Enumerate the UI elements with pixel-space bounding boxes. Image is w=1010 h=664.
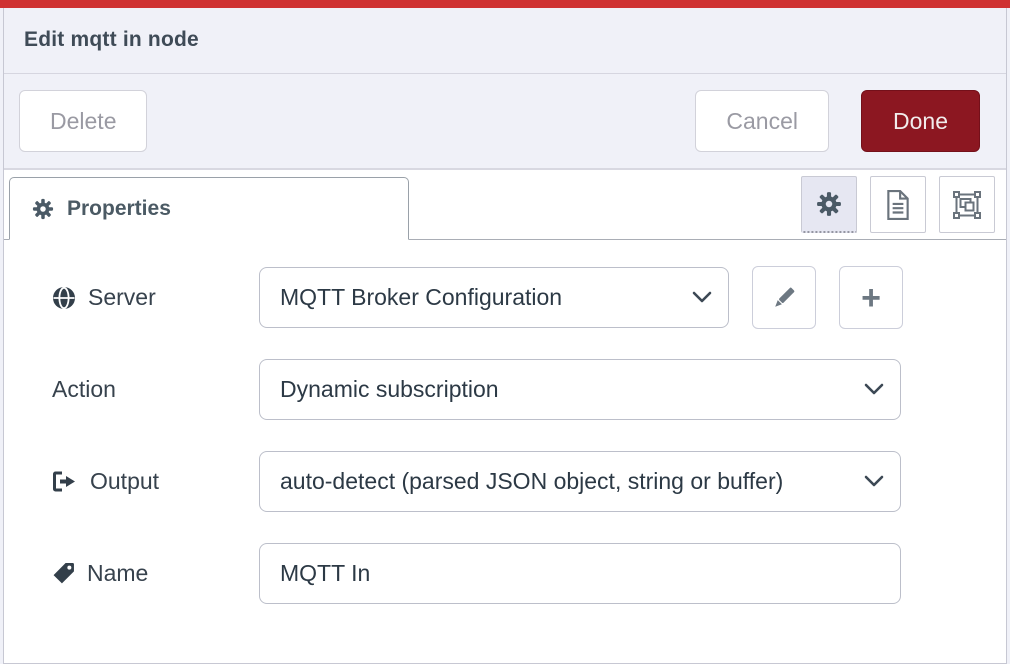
action-select[interactable]: Dynamic subscription <box>259 359 901 420</box>
gear-icon <box>816 191 842 217</box>
name-row: Name <box>4 543 1006 604</box>
tray-header: Edit mqtt in node <box>4 8 1006 74</box>
chevron-down-icon <box>864 475 884 488</box>
done-button[interactable]: Done <box>861 90 980 152</box>
appearance-tab-button[interactable] <box>939 176 995 233</box>
server-label: Server <box>4 284 259 311</box>
tab-properties[interactable]: Properties <box>9 177 409 240</box>
output-select[interactable]: auto-detect (parsed JSON object, string … <box>259 451 901 512</box>
globe-icon <box>52 286 76 310</box>
properties-tab-button[interactable] <box>801 176 857 233</box>
plus-icon: + <box>861 281 881 315</box>
edit-server-button[interactable] <box>752 266 816 329</box>
file-lines-icon <box>885 190 911 220</box>
server-select[interactable]: MQTT Broker Configuration <box>259 267 729 328</box>
edit-tray-panel: Edit mqtt in node Delete Cancel Done <box>3 8 1007 664</box>
description-tab-button[interactable] <box>870 176 926 233</box>
output-row: Output auto-detect (parsed JSON object, … <box>4 451 1006 512</box>
add-server-button[interactable]: + <box>839 266 903 329</box>
tab-tool-buttons <box>801 176 1006 233</box>
server-row: Server MQTT Broker Configuration <box>4 267 1006 328</box>
action-label: Action <box>4 376 259 403</box>
properties-form: Server MQTT Broker Configuration <box>4 240 1006 663</box>
tab-properties-label: Properties <box>67 197 171 221</box>
sign-out-icon <box>52 470 78 493</box>
edit-node-dialog: Edit mqtt in node Delete Cancel Done <box>0 0 1010 664</box>
workspace-top-red-bar <box>0 0 1010 8</box>
delete-button[interactable]: Delete <box>19 90 147 152</box>
name-input[interactable] <box>259 543 901 604</box>
gear-icon <box>32 198 54 220</box>
editor-tab-bar: Properties <box>4 170 1006 240</box>
page-title: Edit mqtt in node <box>24 28 1006 52</box>
tag-icon <box>52 562 75 585</box>
tray-toolbar: Delete Cancel Done <box>4 74 1006 170</box>
chevron-down-icon <box>692 291 712 304</box>
chevron-down-icon <box>864 383 884 396</box>
output-label: Output <box>4 468 259 495</box>
object-group-icon <box>953 191 981 219</box>
action-row: Action Dynamic subscription <box>4 359 1006 420</box>
name-label: Name <box>4 560 259 587</box>
pencil-icon <box>771 285 797 311</box>
cancel-button[interactable]: Cancel <box>695 90 829 152</box>
